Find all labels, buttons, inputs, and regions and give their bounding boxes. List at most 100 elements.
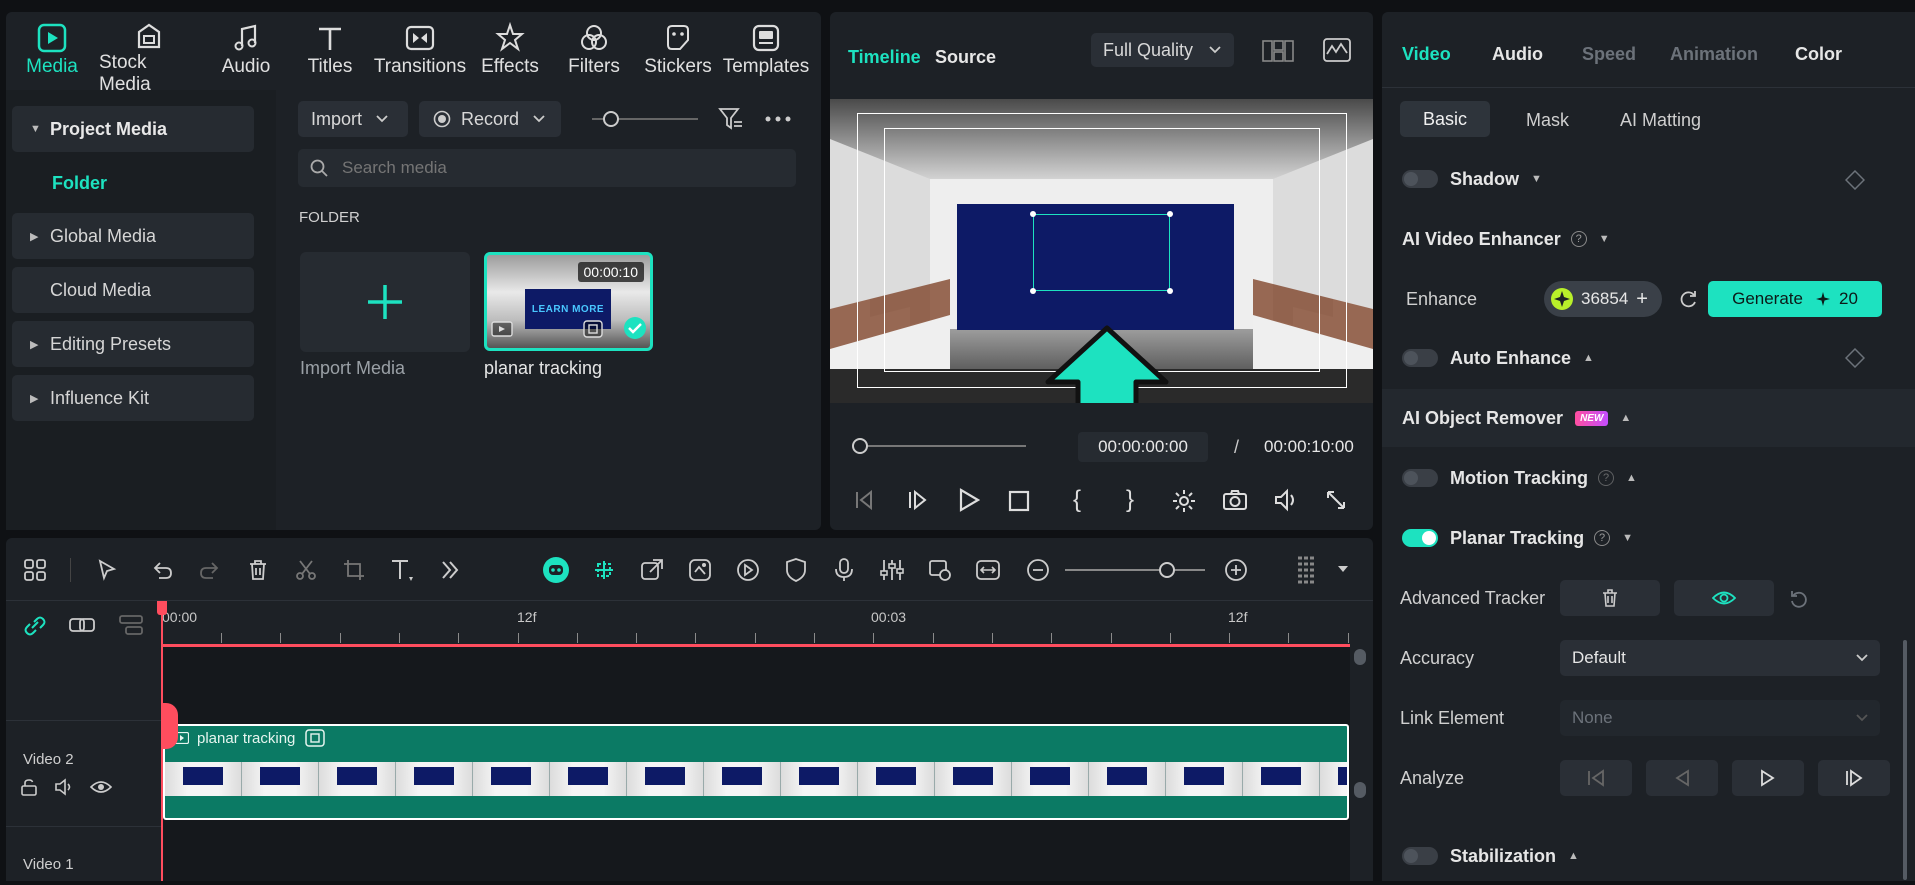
sidebar-item-editing-presets[interactable]: ▶ Editing Presets — [12, 321, 254, 367]
zoom-slider-track[interactable] — [1065, 569, 1205, 571]
props-tab-video[interactable]: Video — [1402, 44, 1451, 65]
crop-icon[interactable] — [339, 555, 369, 585]
delete-tracker-button[interactable] — [1560, 580, 1660, 616]
subtab-basic[interactable]: Basic — [1400, 101, 1490, 137]
mark-in-icon[interactable]: { — [1073, 486, 1081, 514]
timeline-scrollbar[interactable] — [1354, 650, 1366, 880]
text-tool-icon[interactable] — [387, 555, 417, 585]
playback-progress-track[interactable] — [860, 445, 1026, 447]
zoom-out-icon[interactable] — [1023, 555, 1053, 585]
mark-out-icon[interactable]: } — [1126, 486, 1134, 514]
slider-handle[interactable] — [603, 111, 619, 127]
import-media-tile[interactable] — [300, 252, 470, 352]
link-clips-icon[interactable] — [22, 614, 48, 638]
replace-clip-icon[interactable] — [925, 555, 955, 585]
current-time-display[interactable]: 00:00:00:00 — [1078, 432, 1208, 462]
search-input[interactable] — [342, 158, 762, 178]
scroll-down-dot[interactable] — [1354, 782, 1366, 798]
subtab-ai-matting[interactable]: AI Matting — [1620, 110, 1701, 131]
playhead-top-marker[interactable] — [157, 601, 167, 615]
analyze-forward-button[interactable] — [1732, 760, 1804, 796]
credits-pill[interactable]: 36854 + — [1544, 281, 1662, 317]
caret-up-icon[interactable]: ▲ — [1568, 850, 1579, 862]
magnetic-snap-icon[interactable] — [589, 555, 619, 585]
layout-grid-icon[interactable] — [20, 555, 50, 585]
help-icon[interactable]: ? — [1594, 530, 1611, 546]
filter-icon[interactable] — [718, 106, 744, 132]
microphone-icon[interactable] — [829, 555, 859, 585]
timeline-clip[interactable]: planar tracking — [163, 724, 1349, 820]
caret-down-icon[interactable]: ▼ — [1599, 233, 1610, 245]
caret-down-icon[interactable]: ▼ — [1622, 532, 1633, 544]
redo-icon[interactable] — [195, 555, 225, 585]
props-tab-animation[interactable]: Animation — [1670, 44, 1758, 65]
auto-enhance-toggle[interactable] — [1402, 349, 1438, 367]
refresh-icon[interactable] — [1678, 289, 1698, 309]
props-tab-audio[interactable]: Audio — [1492, 44, 1543, 65]
track-height-dropdown-icon[interactable] — [1338, 566, 1348, 573]
audio-mixer-icon[interactable] — [877, 555, 907, 585]
add-track-icon[interactable] — [68, 614, 96, 636]
tracking-box[interactable] — [1033, 214, 1170, 291]
tracking-handle-br[interactable] — [1167, 288, 1173, 294]
caret-up-icon[interactable]: ▲ — [1620, 412, 1631, 424]
search-box[interactable] — [298, 149, 796, 187]
keyframe-diamond-icon[interactable] — [1845, 170, 1865, 190]
settings-gear-icon[interactable] — [1171, 488, 1197, 514]
step-back-icon[interactable] — [906, 489, 928, 511]
more-tools-icon[interactable] — [435, 555, 465, 585]
keyframe-diamond-icon[interactable] — [1845, 348, 1865, 368]
tracking-handle-bl[interactable] — [1030, 288, 1036, 294]
mask-shield-icon[interactable] — [781, 555, 811, 585]
ai-copilot-icon[interactable] — [541, 555, 571, 585]
delete-trash-icon[interactable] — [243, 555, 273, 585]
shadow-toggle[interactable] — [1402, 170, 1438, 188]
caret-up-icon[interactable]: ▲ — [1583, 352, 1594, 364]
sidebar-item-influence-kit[interactable]: ▶ Influence Kit — [12, 375, 254, 421]
zoom-in-icon[interactable] — [1221, 555, 1251, 585]
sidebar-item-project-media[interactable]: ▼ Project Media — [12, 106, 254, 152]
track-mute-icon[interactable] — [54, 778, 74, 796]
caret-up-icon[interactable]: ▲ — [1626, 472, 1637, 484]
split-scissors-icon[interactable] — [291, 555, 321, 585]
track-manager-icon[interactable] — [118, 614, 144, 636]
sticker-effect-icon[interactable] — [685, 555, 715, 585]
scopes-icon[interactable] — [1323, 38, 1351, 62]
track-height-icon[interactable] — [1292, 555, 1322, 585]
track-visibility-icon[interactable] — [90, 779, 112, 795]
analyze-to-start-button[interactable] — [1560, 760, 1632, 796]
props-tab-speed[interactable]: Speed — [1582, 44, 1636, 65]
help-icon[interactable]: ? — [1570, 231, 1587, 247]
motion-tracking-toggle[interactable] — [1402, 469, 1438, 487]
tab-stickers[interactable]: Stickers — [628, 20, 728, 82]
quality-dropdown[interactable]: Full Quality — [1091, 33, 1234, 67]
tab-titles[interactable]: Titles — [280, 20, 380, 82]
zoom-slider-handle[interactable] — [1159, 562, 1175, 578]
scroll-up-dot[interactable] — [1354, 649, 1366, 665]
grid-view-icon[interactable] — [1262, 39, 1294, 63]
analyze-backward-button[interactable] — [1646, 760, 1718, 796]
fit-timeline-icon[interactable] — [973, 555, 1003, 585]
tab-transitions[interactable]: Transitions — [370, 20, 470, 82]
tab-source[interactable]: Source — [935, 47, 996, 68]
properties-scrollbar[interactable] — [1903, 640, 1907, 880]
tab-templates[interactable]: Templates — [716, 20, 816, 82]
record-dropdown-button[interactable]: Record — [419, 101, 561, 137]
import-dropdown-button[interactable]: Import — [298, 101, 408, 137]
play-icon[interactable] — [958, 488, 980, 512]
auto-ripple-icon[interactable] — [637, 555, 667, 585]
previous-frame-icon[interactable] — [853, 489, 875, 511]
snapshot-camera-icon[interactable] — [1222, 489, 1248, 511]
select-pointer-icon[interactable] — [93, 555, 123, 585]
show-tracker-button[interactable] — [1674, 580, 1774, 616]
link-element-dropdown[interactable]: None — [1560, 700, 1880, 736]
add-credits-icon[interactable]: + — [1636, 288, 1648, 311]
accuracy-dropdown[interactable]: Default — [1560, 640, 1880, 676]
subtab-mask[interactable]: Mask — [1526, 110, 1569, 131]
undo-icon[interactable] — [147, 555, 177, 585]
sidebar-item-folder[interactable]: Folder — [52, 173, 107, 194]
help-icon[interactable]: ? — [1598, 470, 1615, 486]
tracking-handle-tr[interactable] — [1167, 211, 1173, 217]
video-preview[interactable] — [830, 99, 1373, 403]
tab-stock-media[interactable]: Stock Media — [99, 20, 199, 95]
